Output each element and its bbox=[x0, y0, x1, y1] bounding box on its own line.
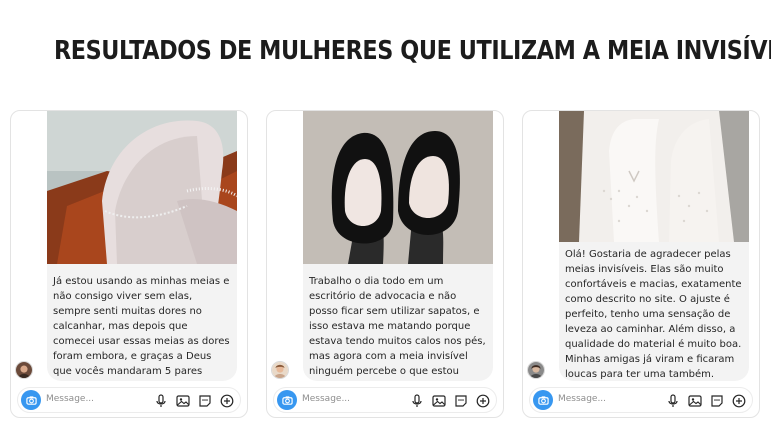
message-input[interactable]: Message... bbox=[46, 394, 94, 404]
message-composer[interactable]: Message... bbox=[529, 387, 753, 413]
page-headline: RESULTADOS DE MULHERES QUE UTILIZAM A ME… bbox=[53, 36, 771, 66]
testimonial-photo-sock-product bbox=[559, 111, 749, 242]
testimonial-text: Trabalho o dia todo em um escritório de … bbox=[309, 276, 486, 377]
sticker-icon[interactable] bbox=[709, 393, 724, 408]
add-icon[interactable] bbox=[219, 393, 234, 408]
testimonial-card-2: Trabalho o dia todo em um escritório de … bbox=[266, 110, 504, 418]
camera-icon[interactable] bbox=[533, 390, 553, 410]
avatar[interactable] bbox=[527, 361, 545, 379]
sticker-icon[interactable] bbox=[197, 393, 212, 408]
camera-icon[interactable] bbox=[277, 390, 297, 410]
microphone-icon[interactable] bbox=[409, 393, 424, 408]
message-bubble: Trabalho o dia todo em um escritório de … bbox=[303, 111, 493, 381]
image-icon[interactable] bbox=[431, 393, 446, 408]
camera-icon[interactable] bbox=[21, 390, 41, 410]
testimonial-card-3: Olá! Gostaria de agradecer pelas meias i… bbox=[522, 110, 760, 418]
add-icon[interactable] bbox=[731, 393, 746, 408]
testimonial-photo-foot-anklet bbox=[47, 111, 237, 264]
avatar[interactable] bbox=[271, 361, 289, 379]
add-icon[interactable] bbox=[475, 393, 490, 408]
image-icon[interactable] bbox=[175, 393, 190, 408]
testimonial-photo-black-flats bbox=[303, 111, 493, 264]
message-input[interactable]: Message... bbox=[558, 394, 606, 404]
testimonial-text: Já estou usando as minhas meias e não co… bbox=[53, 276, 230, 377]
message-composer[interactable]: Message... bbox=[17, 387, 241, 413]
testimonial-text: Olá! Gostaria de agradecer pelas meias i… bbox=[565, 249, 742, 380]
image-icon[interactable] bbox=[687, 393, 702, 408]
message-bubble: Já estou usando as minhas meias e não co… bbox=[47, 111, 237, 381]
testimonial-card-1: Já estou usando as minhas meias e não co… bbox=[10, 110, 248, 418]
microphone-icon[interactable] bbox=[153, 393, 168, 408]
message-bubble: Olá! Gostaria de agradecer pelas meias i… bbox=[559, 111, 749, 381]
microphone-icon[interactable] bbox=[665, 393, 680, 408]
sticker-icon[interactable] bbox=[453, 393, 468, 408]
message-composer[interactable]: Message... bbox=[273, 387, 497, 413]
message-input[interactable]: Message... bbox=[302, 394, 350, 404]
avatar[interactable] bbox=[15, 361, 33, 379]
